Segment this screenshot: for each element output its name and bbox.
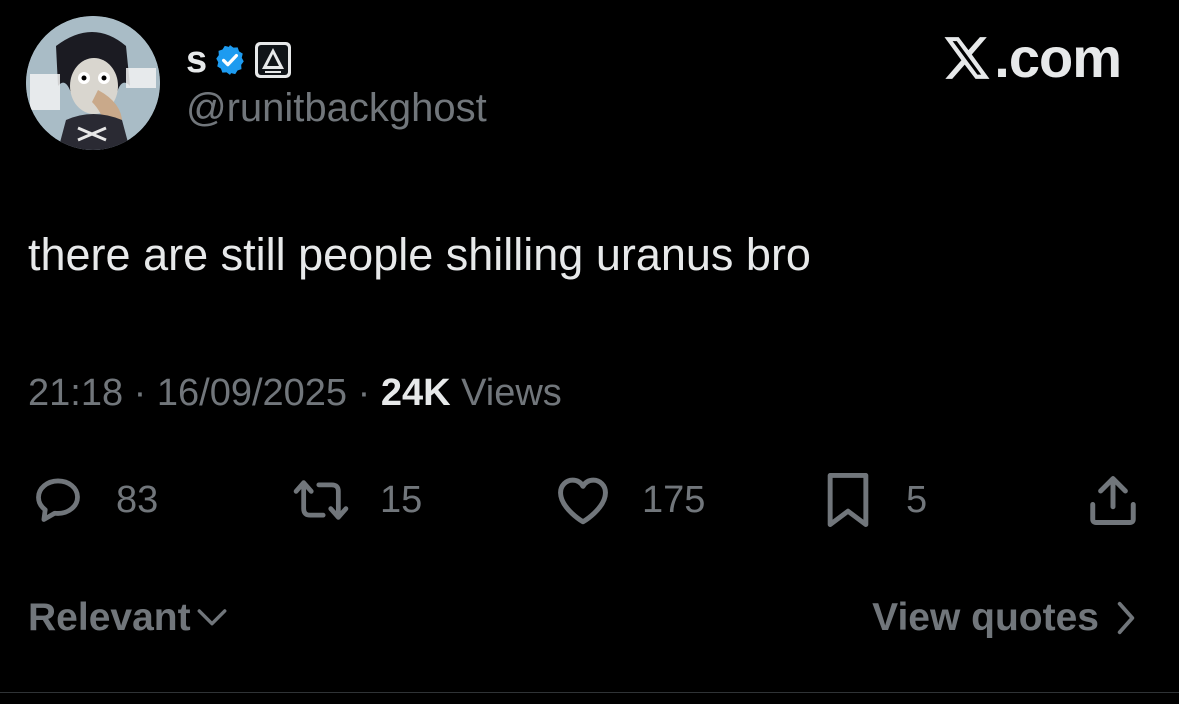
action-bar: 83 15 175 5 — [28, 470, 1146, 530]
heart-icon — [558, 477, 608, 525]
views-label: Views — [461, 372, 562, 414]
bookmark-icon — [827, 473, 869, 527]
author-name-row[interactable]: s — [186, 36, 293, 84]
bottom-divider — [0, 692, 1179, 693]
x-logo-icon — [944, 37, 990, 79]
tweet-meta: 21:18 · 16/09/2025 · 24K Views — [28, 374, 562, 412]
views-count: 24K — [380, 372, 451, 414]
chevron-right-icon — [1117, 601, 1135, 635]
brand-label: .com — [994, 26, 1122, 89]
tweet-text: there are still people shilling uranus b… — [28, 229, 811, 280]
chevron-down-icon — [197, 609, 227, 626]
sort-label: Relevant — [28, 596, 191, 639]
bookmark-button[interactable]: 5 — [822, 470, 927, 530]
sort-replies-dropdown[interactable]: Relevant — [28, 596, 229, 640]
avatar[interactable] — [26, 16, 160, 150]
author-handle[interactable]: @runitbackghost — [186, 88, 487, 128]
view-quotes-link[interactable]: View quotes — [872, 596, 1139, 640]
like-count: 175 — [642, 478, 706, 521]
x-com-watermark: .com — [942, 26, 1122, 89]
bookmark-count: 5 — [906, 478, 928, 521]
tweet-time[interactable]: 21:18 — [28, 372, 123, 414]
meta-separator: · — [347, 372, 381, 414]
reply-icon — [36, 478, 80, 522]
share-button[interactable] — [1088, 470, 1138, 530]
affiliate-badge-icon[interactable] — [253, 40, 293, 80]
avatar-image — [26, 16, 160, 150]
repost-count: 15 — [380, 478, 423, 521]
view-quotes-label: View quotes — [872, 596, 1099, 639]
tweet-footer: Relevant View quotes — [28, 596, 1139, 646]
reply-button[interactable]: 83 — [28, 470, 158, 530]
author-display-name[interactable]: s — [186, 41, 207, 79]
repost-icon — [293, 480, 349, 520]
repost-button[interactable]: 15 — [286, 470, 422, 530]
reply-count: 83 — [116, 478, 159, 521]
share-icon — [1090, 476, 1136, 525]
like-button[interactable]: 175 — [554, 470, 705, 530]
verified-badge-icon[interactable] — [213, 43, 247, 77]
tweet-date[interactable]: 16/09/2025 — [157, 372, 347, 414]
meta-separator: · — [123, 372, 157, 414]
